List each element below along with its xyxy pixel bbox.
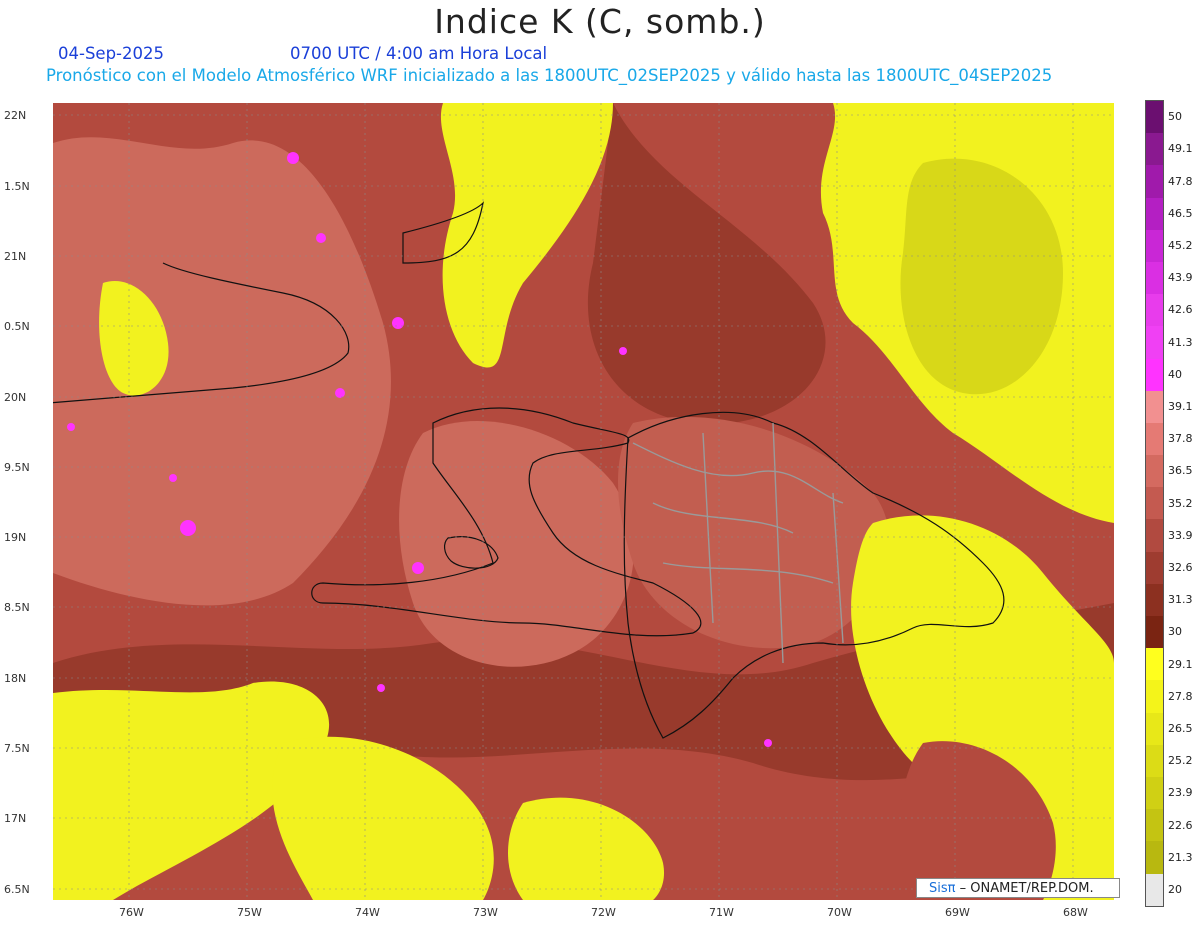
colorbar-segment: [1146, 648, 1163, 681]
peak-spot: [180, 520, 196, 536]
lon-label: 71W: [709, 906, 734, 919]
colorbar-label: 46.5: [1168, 206, 1193, 220]
colorbar-segment: [1146, 390, 1163, 423]
colorbar-label: 26.5: [1168, 721, 1193, 735]
colorbar-label: 41.3: [1168, 335, 1193, 349]
peak-spot: [67, 423, 75, 431]
colorbar-segment: [1146, 294, 1163, 327]
lon-label: 73W: [473, 906, 498, 919]
lat-label: 21N: [4, 250, 27, 263]
lon-label: 74W: [355, 906, 380, 919]
lat-label: 20N: [4, 391, 27, 404]
map-canvas: [53, 103, 1114, 900]
colorbar-segment: [1146, 873, 1163, 906]
colorbar-segment: [1146, 133, 1163, 166]
colorbar-label: 20: [1168, 882, 1182, 896]
colorbar-label: 23.9: [1168, 786, 1193, 800]
lat-label: 0.5N: [4, 320, 30, 333]
colorbar-segment: [1146, 680, 1163, 713]
colorbar-label: 25.2: [1168, 754, 1193, 768]
peak-spot: [619, 347, 627, 355]
colorbar-label: 45.2: [1168, 238, 1193, 252]
colorbar-segment: [1146, 455, 1163, 488]
colorbar-segment: [1146, 101, 1163, 134]
peak-spot: [392, 317, 404, 329]
colorbar-segment: [1146, 197, 1163, 230]
colorbar-label: 37.8: [1168, 432, 1193, 446]
colorbar-segment: [1146, 229, 1163, 262]
onamet-logo: Sisπ – ONAMET/REP.DOM.: [916, 878, 1120, 898]
lat-label: 19N: [4, 531, 27, 544]
colorbar-segment: [1146, 326, 1163, 359]
colorbar-label: 22.6: [1168, 818, 1193, 832]
peak-spot: [316, 233, 326, 243]
colorbar-label: 32.6: [1168, 560, 1193, 574]
logo-text: – ONAMET/REP.DOM.: [955, 881, 1094, 896]
colorbar-label: 33.9: [1168, 528, 1193, 542]
colorbar: [1145, 100, 1164, 907]
peak-spot: [335, 388, 345, 398]
peak-spot: [412, 562, 424, 574]
lon-label: 75W: [237, 906, 262, 919]
lat-label: 22N: [4, 109, 27, 122]
colorbar-label: 27.8: [1168, 689, 1193, 703]
colorbar-segment: [1146, 487, 1163, 520]
colorbar-segment: [1146, 165, 1163, 198]
colorbar-segment: [1146, 551, 1163, 584]
colorbar-segment: [1146, 776, 1163, 810]
forecast-description: Pronóstico con el Modelo Atmosférico WRF…: [46, 66, 1053, 85]
sispi-brand: Sisπ: [929, 881, 956, 896]
colorbar-label: 42.6: [1168, 303, 1193, 317]
lat-label: 8.5N: [4, 601, 30, 614]
valid-date: 04-Sep-2025: [58, 44, 164, 63]
colorbar-label: 47.8: [1168, 174, 1193, 188]
lon-label: 68W: [1063, 906, 1088, 919]
colorbar-label: 29.1: [1168, 657, 1193, 671]
lon-label: 76W: [119, 906, 144, 919]
lon-label: 69W: [945, 906, 970, 919]
peak-spot: [377, 684, 385, 692]
colorbar-segment: [1146, 712, 1163, 745]
lon-label: 70W: [827, 906, 852, 919]
lat-label: 1.5N: [4, 180, 30, 193]
colorbar-label: 30: [1168, 625, 1182, 639]
colorbar-segment: [1146, 744, 1163, 777]
colorbar-label: 50: [1168, 110, 1182, 124]
colorbar-segment: [1146, 261, 1163, 295]
colorbar-segment: [1146, 616, 1163, 649]
colorbar-label: 31.3: [1168, 593, 1193, 607]
lat-label: 17N: [4, 812, 27, 825]
k-index-map: [53, 103, 1114, 900]
colorbar-segment: [1146, 809, 1163, 842]
colorbar-segment: [1146, 841, 1163, 874]
colorbar-label: 35.2: [1168, 496, 1193, 510]
colorbar-segment: [1146, 519, 1163, 552]
lat-label: 18N: [4, 672, 27, 685]
colorbar-segment: [1146, 583, 1163, 616]
peak-spot: [764, 739, 772, 747]
valid-time: 0700 UTC / 4:00 am Hora Local: [290, 44, 548, 63]
lon-label: 72W: [591, 906, 616, 919]
map-title: Indice K (C, somb.): [434, 2, 766, 41]
colorbar-label: 21.3: [1168, 850, 1193, 864]
lat-label: 7.5N: [4, 742, 30, 755]
colorbar-label: 43.9: [1168, 271, 1193, 285]
colorbar-label: 49.1: [1168, 142, 1193, 156]
colorbar-label: 40: [1168, 367, 1182, 381]
colorbar-label: 36.5: [1168, 464, 1193, 478]
colorbar-segment: [1146, 358, 1163, 391]
peak-spot: [169, 474, 177, 482]
lat-label: 9.5N: [4, 461, 30, 474]
colorbar-label: 39.1: [1168, 399, 1193, 413]
peak-spot: [287, 152, 299, 164]
colorbar-segment: [1146, 422, 1163, 456]
lat-label: 6.5N: [4, 883, 30, 896]
